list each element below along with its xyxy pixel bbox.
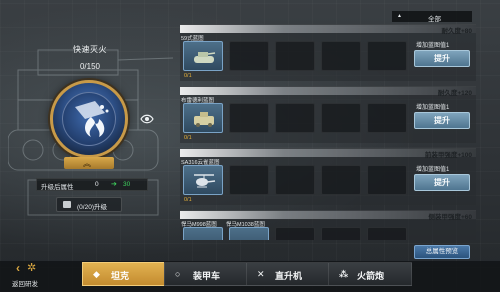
tab-armored-vehicle[interactable]: ○ 装甲车	[164, 262, 248, 286]
upgrade-button-label: (0/20)升级	[77, 204, 107, 211]
blueprint-slot[interactable]	[183, 165, 223, 195]
upgrade-button[interactable]: (0/20)升级	[56, 197, 122, 212]
owned-count: 0/1	[184, 73, 192, 79]
filter-dropdown[interactable]: ▲ 全部	[392, 11, 472, 23]
blueprint-slot-empty	[367, 165, 407, 195]
blueprint-list[interactable]: 耐久度+80 59式蓝图 0/1 增加蓝图值1 提升 耐久度+120 布雷德利蓝…	[180, 24, 476, 240]
blueprint-slot[interactable]	[229, 227, 269, 240]
tab-label: 装甲车	[193, 271, 221, 281]
humvee-icon	[192, 234, 216, 240]
tab-label: 坦克	[111, 271, 130, 281]
blueprint-slot-empty	[275, 165, 315, 195]
blueprint-card: 侧装甲强度+60 悍马M998蓝图 悍马M1038蓝图	[180, 210, 476, 240]
blueprint-slot[interactable]	[183, 227, 223, 240]
blueprint-card: 耐久度+120 布雷德利蓝图 0/1 增加蓝图值1 提升	[180, 86, 476, 143]
filter-label: 全部	[428, 16, 441, 23]
arrow-right-icon: ➔	[111, 181, 117, 188]
blueprint-slot-empty	[321, 41, 361, 71]
triangle-up-icon: ▲	[397, 13, 402, 19]
blueprint-slot-empty	[275, 41, 315, 71]
blueprint-slot[interactable]	[183, 103, 223, 133]
card-effect: 前装甲强度+100	[424, 152, 472, 159]
skill-medal[interactable]	[50, 80, 128, 158]
trefoil-icon: ⁂	[339, 269, 349, 279]
skill-title: 快速灭火	[73, 45, 107, 54]
circle-icon: ○	[175, 269, 181, 279]
card-header	[180, 87, 476, 95]
blueprint-slot-empty	[229, 103, 269, 133]
ifv-icon	[194, 112, 214, 127]
blueprint-slot-empty	[275, 103, 315, 133]
card-effect: 侧装甲强度+60	[428, 214, 472, 221]
blueprint-slot-empty	[367, 227, 407, 240]
humvee-icon	[238, 234, 262, 240]
card-effect: 耐久度+80	[441, 28, 472, 35]
cross-icon: ✕	[257, 269, 265, 279]
promote-button[interactable]: 提升	[414, 50, 470, 67]
promote-button[interactable]: 提升	[414, 112, 470, 129]
stat-next: 30	[123, 181, 131, 188]
stat-current: 0	[95, 181, 99, 188]
tab-helicopter[interactable]: ✕ 直升机	[246, 262, 330, 286]
gear-icon: ✲	[27, 262, 37, 274]
fire-extinguish-icon	[75, 101, 109, 137]
blueprint-card: 耐久度+80 59式蓝图 0/1 增加蓝图值1 提升	[180, 24, 476, 81]
owned-count: 0/1	[184, 197, 192, 203]
skill-progress: 0/150	[79, 62, 101, 71]
blueprint-slot-empty	[229, 165, 269, 195]
blueprint-slot-empty	[321, 165, 361, 195]
back-arrow-icon: ‹	[16, 261, 20, 275]
tab-label: 火箭炮	[357, 271, 385, 281]
increase-label: 增加蓝图值1	[416, 105, 450, 111]
material-icon	[63, 201, 71, 208]
blueprint-slot-empty	[367, 103, 407, 133]
increase-label: 增加蓝图值1	[416, 167, 450, 173]
chevron-rank-icon: ︽	[83, 159, 91, 168]
eye-icon[interactable]	[140, 114, 154, 124]
card-header	[180, 25, 476, 33]
tank-icon	[194, 52, 216, 63]
total-attributes-preview-button[interactable]: 总属性预览	[414, 245, 470, 259]
card-effect: 耐久度+120	[437, 90, 472, 97]
owned-count: 0/1	[184, 135, 192, 141]
blueprint-slot-empty	[229, 41, 269, 71]
diamond-icon: ◆	[93, 269, 100, 279]
rank-badge: ︽	[64, 157, 114, 169]
blueprint-slot-empty	[321, 103, 361, 133]
tab-rocket-artillery[interactable]: ⁂ 火箭炮	[328, 262, 412, 286]
promote-button[interactable]: 提升	[414, 174, 470, 191]
helicopter-icon	[194, 174, 216, 188]
blueprint-card: 前装甲强度+100 SA316云雀蓝图 0/1 增加蓝图值1 提升	[180, 148, 476, 205]
stat-label: 升级后属性	[41, 184, 74, 191]
increase-label: 增加蓝图值1	[416, 43, 450, 49]
blueprint-slot-empty	[321, 227, 361, 240]
blueprint-slot-empty	[275, 227, 315, 240]
blueprint-slot-empty	[367, 41, 407, 71]
blueprint-slot[interactable]	[183, 41, 223, 71]
tab-tank[interactable]: ◆ 坦克	[82, 262, 166, 286]
tab-label: 直升机	[275, 271, 303, 281]
back-label: 返回研发	[12, 281, 38, 288]
back-button[interactable]: ‹ ✲ 返回研发	[12, 259, 62, 289]
stat-row: 升级后属性 0 ➔ 30	[36, 178, 148, 191]
